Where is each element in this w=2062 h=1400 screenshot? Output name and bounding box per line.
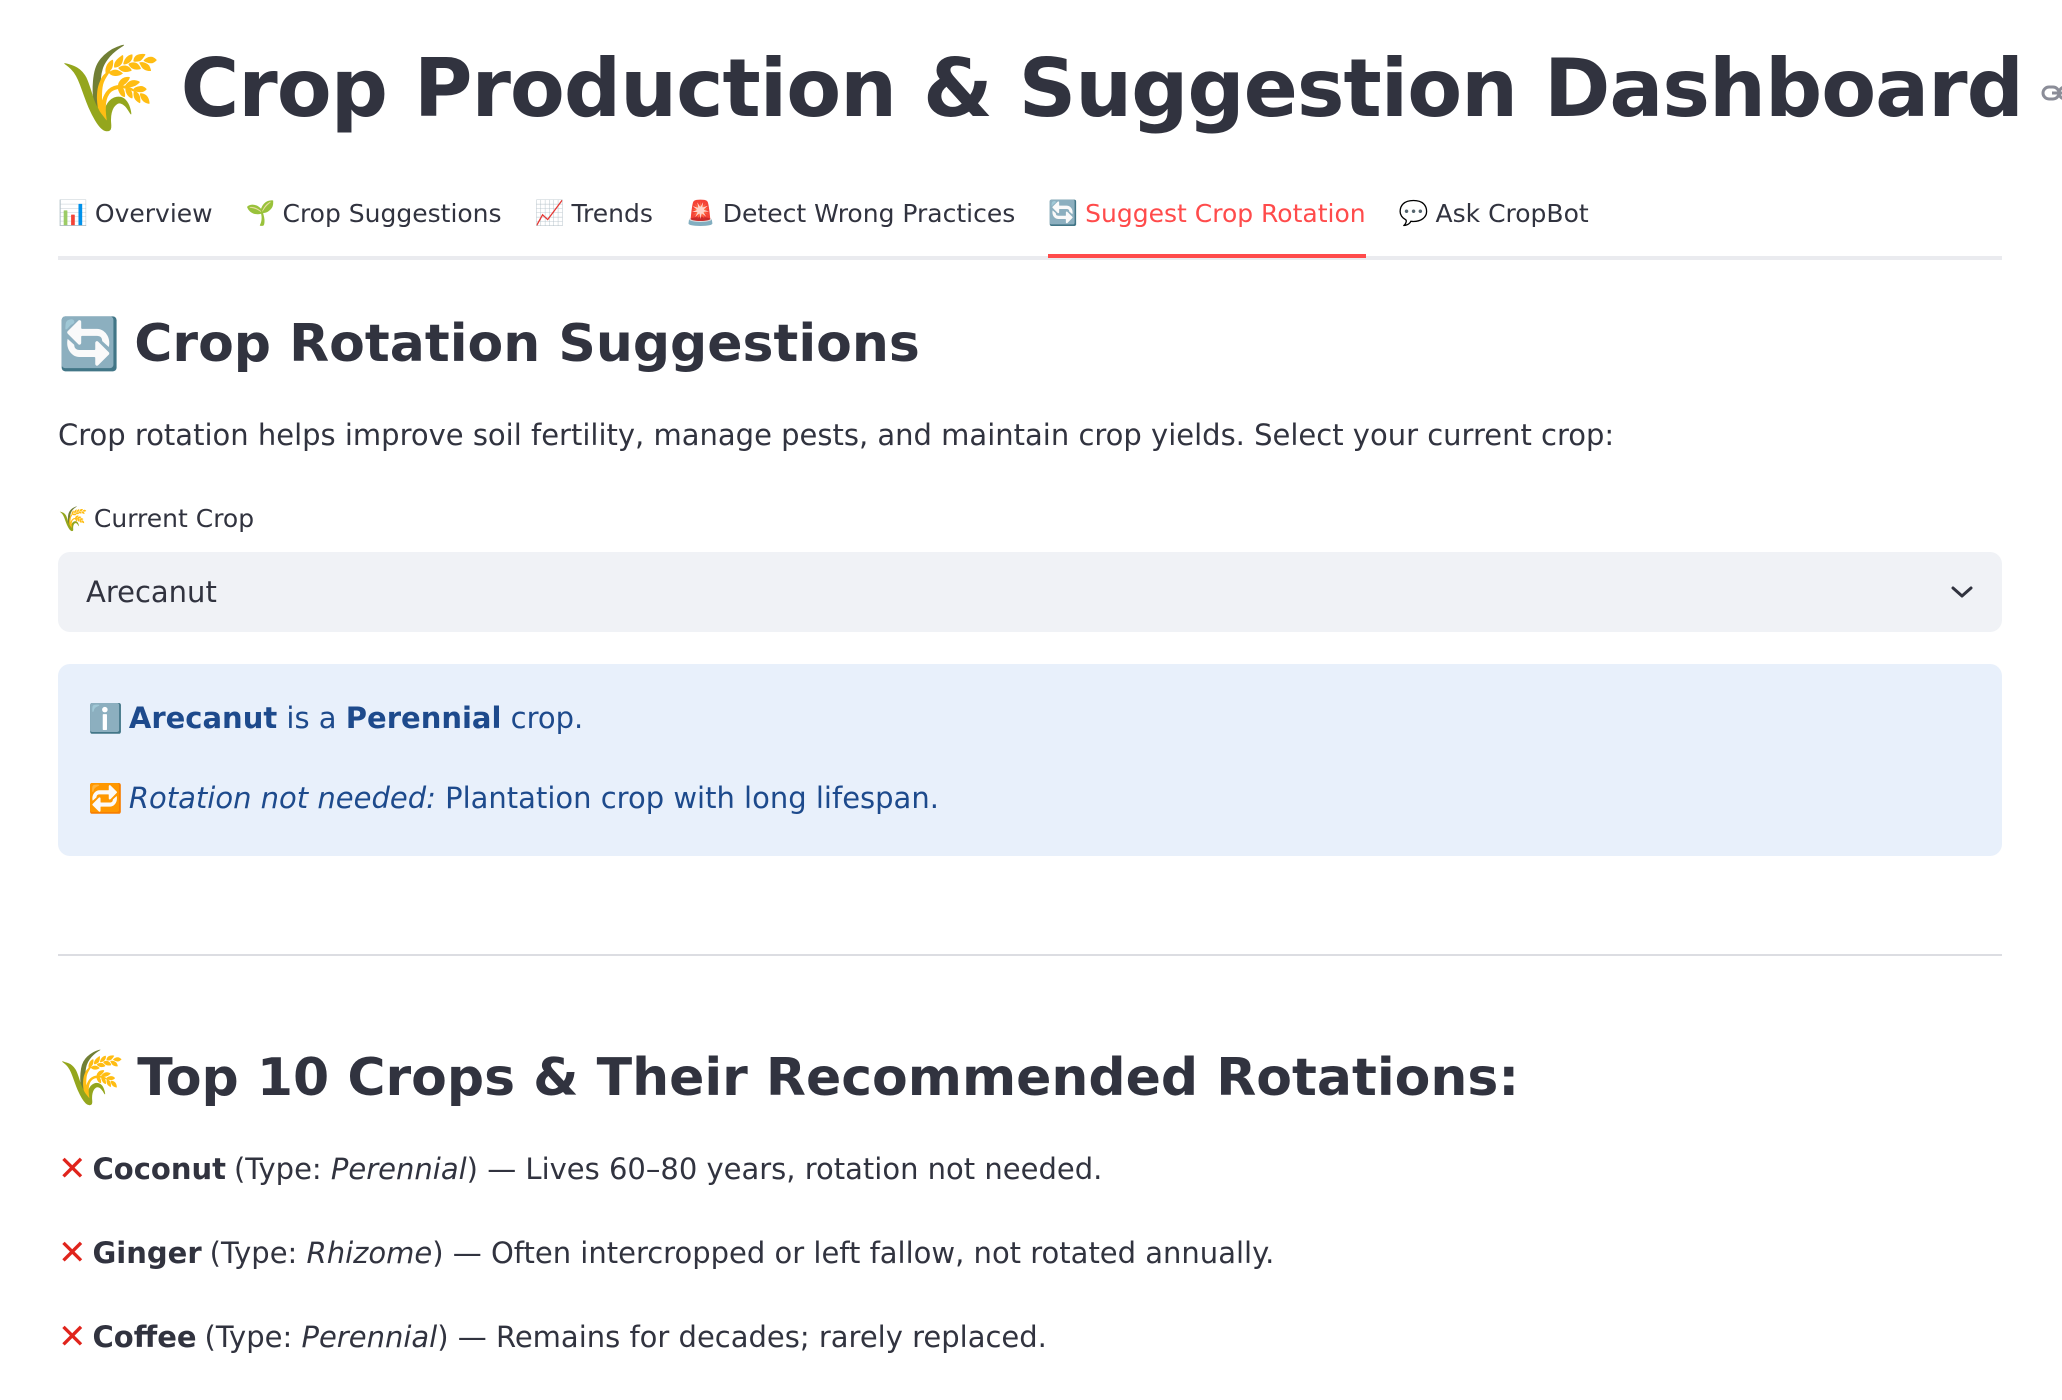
list-item: ✕ Coconut (Type: Perennial) — Lives 60–80… bbox=[58, 1148, 2002, 1190]
rice-icon: 🌾 bbox=[58, 39, 163, 137]
bar-chart-icon: 📊 bbox=[58, 199, 88, 227]
top-crops-title: Top 10 Crops & Their Recommended Rotatio… bbox=[137, 1048, 1520, 1108]
intro-text: Crop rotation helps improve soil fertili… bbox=[58, 418, 1615, 452]
chevron-down-icon bbox=[1951, 586, 1973, 598]
crop-name: Coffee bbox=[92, 1320, 197, 1354]
siren-icon: 🚨 bbox=[685, 199, 716, 227]
tab-label: Suggest Crop Rotation bbox=[1085, 198, 1366, 228]
tab-trends[interactable]: 📈 Trends bbox=[535, 188, 653, 238]
tab-label: Ask CropBot bbox=[1435, 198, 1589, 228]
type-prefix: (Type: bbox=[209, 1236, 307, 1270]
cross-mark-icon: ✕ bbox=[58, 1317, 87, 1357]
rotation-status-line: 🔁 Rotation not needed: Plantation crop w… bbox=[88, 778, 1972, 818]
crop-note: — Remains for decades; rarely replaced. bbox=[448, 1320, 1047, 1354]
crop-type: Perennial bbox=[330, 1152, 467, 1186]
list-item: ✕ Coffee (Type: Perennial) — Remains for … bbox=[58, 1316, 2002, 1358]
info-text: crop. bbox=[501, 701, 584, 735]
divider bbox=[58, 954, 2002, 956]
crop-name: Arecanut bbox=[128, 701, 278, 735]
tab-bar: 📊 Overview 🌱 Crop Suggestions 📈 Trends 🚨… bbox=[58, 188, 2002, 260]
line-chart-icon: 📈 bbox=[534, 199, 565, 227]
speech-bubble-icon: 💬 bbox=[1398, 199, 1429, 227]
crop-type-line: ℹ️ Arecanut is a Perennial crop. bbox=[88, 698, 1972, 738]
tab-label: Crop Suggestions bbox=[282, 198, 502, 228]
info-alert: ℹ️ Arecanut is a Perennial crop. 🔁 Rotat… bbox=[58, 664, 2002, 856]
seedling-icon: 🌱 bbox=[245, 199, 276, 227]
section-heading: 🔄 Crop Rotation Suggestions bbox=[58, 314, 920, 374]
type-suffix: ) bbox=[432, 1236, 444, 1270]
tab-detect-wrong-practices[interactable]: 🚨 Detect Wrong Practices bbox=[686, 188, 1015, 238]
section-title: Crop Rotation Suggestions bbox=[134, 314, 920, 374]
crop-note: — Lives 60–80 years, rotation not needed… bbox=[477, 1152, 1103, 1186]
page-title: Crop Production & Suggestion Dashboard bbox=[180, 41, 2024, 135]
link-icon[interactable] bbox=[2041, 83, 2062, 103]
list-item: ✕ Ginger (Type: Rhizome) — Often intercro… bbox=[58, 1232, 2002, 1274]
type-prefix: (Type: bbox=[204, 1320, 302, 1354]
select-label-text: Current Crop bbox=[93, 504, 255, 533]
crop-name: Coconut bbox=[92, 1152, 226, 1186]
current-crop-select[interactable]: Arecanut bbox=[58, 552, 2002, 632]
tab-label: Trends bbox=[571, 198, 653, 228]
page-header: 🌾 Crop Production & Suggestion Dashboard bbox=[58, 38, 2062, 138]
crop-note: — Often intercropped or left fallow, not… bbox=[443, 1236, 1275, 1270]
top-crops-list: ✕ Coconut (Type: Perennial) — Lives 60–80… bbox=[58, 1148, 2002, 1400]
current-crop-label: 🌾 Current Crop bbox=[58, 504, 254, 533]
info-text: is a bbox=[277, 701, 346, 735]
rotation-status-text: Plantation crop with long lifespan. bbox=[435, 781, 939, 815]
info-icon: ℹ️ bbox=[88, 701, 123, 735]
tab-overview[interactable]: 📊 Overview bbox=[58, 188, 213, 238]
repeat-icon: 🔁 bbox=[88, 781, 123, 815]
rice-icon: 🌾 bbox=[58, 504, 88, 533]
top-crops-heading: 🌾 Top 10 Crops & Their Recommended Rotat… bbox=[58, 1046, 1519, 1110]
cross-mark-icon: ✕ bbox=[58, 1149, 87, 1189]
rotation-arrows-icon: 🔄 bbox=[1048, 199, 1079, 227]
tab-label: Overview bbox=[94, 198, 213, 228]
tab-crop-suggestions[interactable]: 🌱 Crop Suggestions bbox=[246, 188, 502, 238]
rotation-arrows-icon: 🔄 bbox=[58, 314, 121, 373]
crop-type: Rhizome bbox=[306, 1236, 433, 1270]
type-suffix: ) bbox=[466, 1152, 478, 1186]
type-prefix: (Type: bbox=[233, 1152, 331, 1186]
tab-ask-cropbot[interactable]: 💬 Ask CropBot bbox=[1399, 188, 1589, 238]
rotation-status-label: Rotation not needed: bbox=[128, 781, 436, 815]
tab-label: Detect Wrong Practices bbox=[722, 198, 1016, 228]
rice-icon: 🌾 bbox=[58, 1046, 126, 1109]
tab-suggest-crop-rotation[interactable]: 🔄 Suggest Crop Rotation bbox=[1048, 188, 1366, 258]
select-value: Arecanut bbox=[86, 575, 217, 609]
crop-type: Perennial bbox=[345, 701, 502, 735]
crop-type: Perennial bbox=[301, 1320, 438, 1354]
crop-name: Ginger bbox=[92, 1236, 202, 1270]
cross-mark-icon: ✕ bbox=[58, 1233, 87, 1273]
type-suffix: ) bbox=[437, 1320, 449, 1354]
